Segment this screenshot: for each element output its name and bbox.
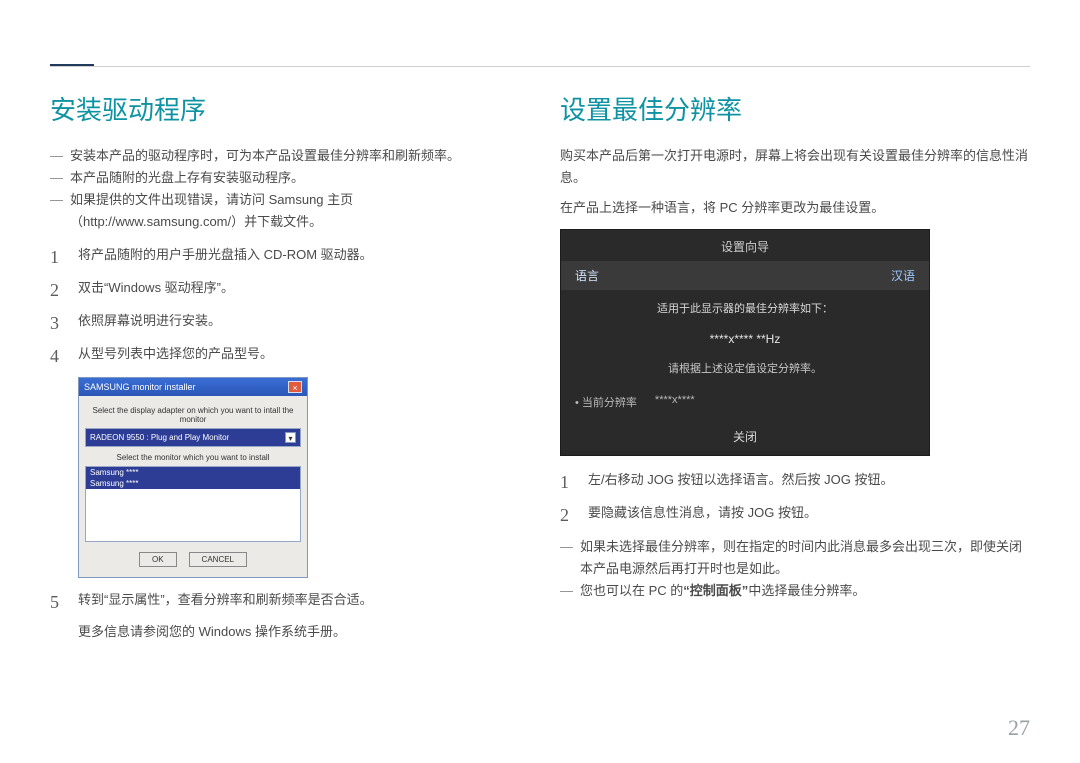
osd-lang-value: 汉语	[891, 267, 915, 284]
left-notes: 安装本产品的驱动程序时，可为本产品设置最佳分辨率和刷新频率。 本产品随附的光盘上…	[50, 145, 520, 233]
adapter-select-value: RADEON 9550 : Plug and Play Monitor	[90, 433, 229, 442]
installer-buttons: OK CANCEL	[85, 552, 301, 567]
step-item: 转到“显示属性”，查看分辨率和刷新频率是否合适。	[50, 590, 520, 611]
step-item: 左/右移动 JOG 按钮以选择语言。然后按 JOG 按钮。	[560, 470, 1030, 491]
osd-panel: 设置向导 语言 汉语 适用于此显示器的最佳分辨率如下： ****x**** **…	[560, 229, 930, 456]
osd-title: 设置向导	[561, 230, 929, 261]
osd-current-value: ****x****	[655, 394, 695, 410]
osd-line2: 请根据上述设定值设定分辨率。	[561, 356, 929, 384]
right-notes: 如果未选择最佳分辨率，则在指定的时间内此消息最多会出现三次，即使关闭本产品电源然…	[560, 536, 1030, 602]
osd-language-row[interactable]: 语言 汉语	[561, 261, 929, 290]
installer-dialog: SAMSUNG monitor installer × Select the d…	[78, 377, 308, 578]
installer-prompt2: Select the monitor which you want to ins…	[85, 453, 301, 462]
list-item[interactable]: Samsung ****	[86, 478, 300, 489]
page-number: 27	[1008, 715, 1030, 741]
right-heading: 设置最佳分辨率	[560, 90, 1030, 127]
installer-titlebar: SAMSUNG monitor installer ×	[79, 378, 307, 396]
osd-current-label: • 当前分辨率	[575, 394, 637, 410]
right-column: 设置最佳分辨率 购买本产品后第一次打开电源时，屏幕上将会出现有关设置最佳分辨率的…	[560, 90, 1030, 643]
left-heading: 安装驱动程序	[50, 90, 520, 127]
note-text-part1: 您也可以在 PC 的	[580, 583, 683, 598]
note-bold: “控制面板”	[683, 583, 748, 598]
right-intro2: 在产品上选择一种语言，将 PC 分辨率更改为最佳设置。	[560, 197, 1030, 219]
osd-lang-label: 语言	[575, 267, 599, 284]
ok-button[interactable]: OK	[139, 552, 177, 567]
note-item: 本产品随附的光盘上存有安装驱动程序。	[50, 167, 520, 189]
step-item: 依照屏幕说明进行安装。	[50, 311, 520, 332]
left-steps: 将产品随附的用户手册光盘插入 CD-ROM 驱动器。 双击“Windows 驱动…	[50, 245, 520, 364]
installer-title-text: SAMSUNG monitor installer	[84, 382, 196, 392]
osd-current-row: • 当前分辨率 ****x****	[561, 384, 929, 418]
note-item: 安装本产品的驱动程序时，可为本产品设置最佳分辨率和刷新频率。	[50, 145, 520, 167]
osd-resolution: ****x**** **Hz	[561, 322, 929, 356]
right-steps: 左/右移动 JOG 按钮以选择语言。然后按 JOG 按钮。 要隐藏该信息性消息，…	[560, 470, 1030, 524]
chevron-down-icon: ▾	[285, 432, 296, 443]
installer-body: Select the display adapter on which you …	[79, 396, 307, 577]
step-item: 从型号列表中选择您的产品型号。	[50, 344, 520, 365]
note-text-part2: 中选择最佳分辨率。	[748, 583, 865, 598]
left-steps-cont: 转到“显示属性”，查看分辨率和刷新频率是否合适。	[50, 590, 520, 611]
step-item: 要隐藏该信息性消息，请按 JOG 按钮。	[560, 503, 1030, 524]
left-more-info: 更多信息请参阅您的 Windows 操作系统手册。	[50, 622, 520, 643]
left-column: 安装驱动程序 安装本产品的驱动程序时，可为本产品设置最佳分辨率和刷新频率。 本产…	[50, 90, 520, 643]
adapter-select[interactable]: RADEON 9550 : Plug and Play Monitor ▾	[85, 428, 301, 447]
list-item[interactable]: Samsung ****	[86, 467, 300, 478]
close-icon[interactable]: ×	[288, 381, 302, 393]
step-item: 将产品随附的用户手册光盘插入 CD-ROM 驱动器。	[50, 245, 520, 266]
two-column-layout: 安装驱动程序 安装本产品的驱动程序时，可为本产品设置最佳分辨率和刷新频率。 本产…	[50, 90, 1030, 643]
osd-line1: 适用于此显示器的最佳分辨率如下：	[561, 290, 929, 322]
monitor-list[interactable]: Samsung **** Samsung ****	[85, 466, 301, 542]
note-item: 您也可以在 PC 的“控制面板”中选择最佳分辨率。	[560, 580, 1030, 602]
note-item: 如果未选择最佳分辨率，则在指定的时间内此消息最多会出现三次，即使关闭本产品电源然…	[560, 536, 1030, 580]
header-rule	[50, 66, 1030, 67]
step-item: 双击“Windows 驱动程序”。	[50, 278, 520, 299]
installer-prompt: Select the display adapter on which you …	[85, 406, 301, 424]
cancel-button[interactable]: CANCEL	[189, 552, 247, 567]
note-item: 如果提供的文件出现错误，请访问 Samsung 主页（http://www.sa…	[50, 189, 520, 233]
right-intro1: 购买本产品后第一次打开电源时，屏幕上将会出现有关设置最佳分辨率的信息性消息。	[560, 145, 1030, 189]
osd-close-button[interactable]: 关闭	[561, 418, 929, 455]
